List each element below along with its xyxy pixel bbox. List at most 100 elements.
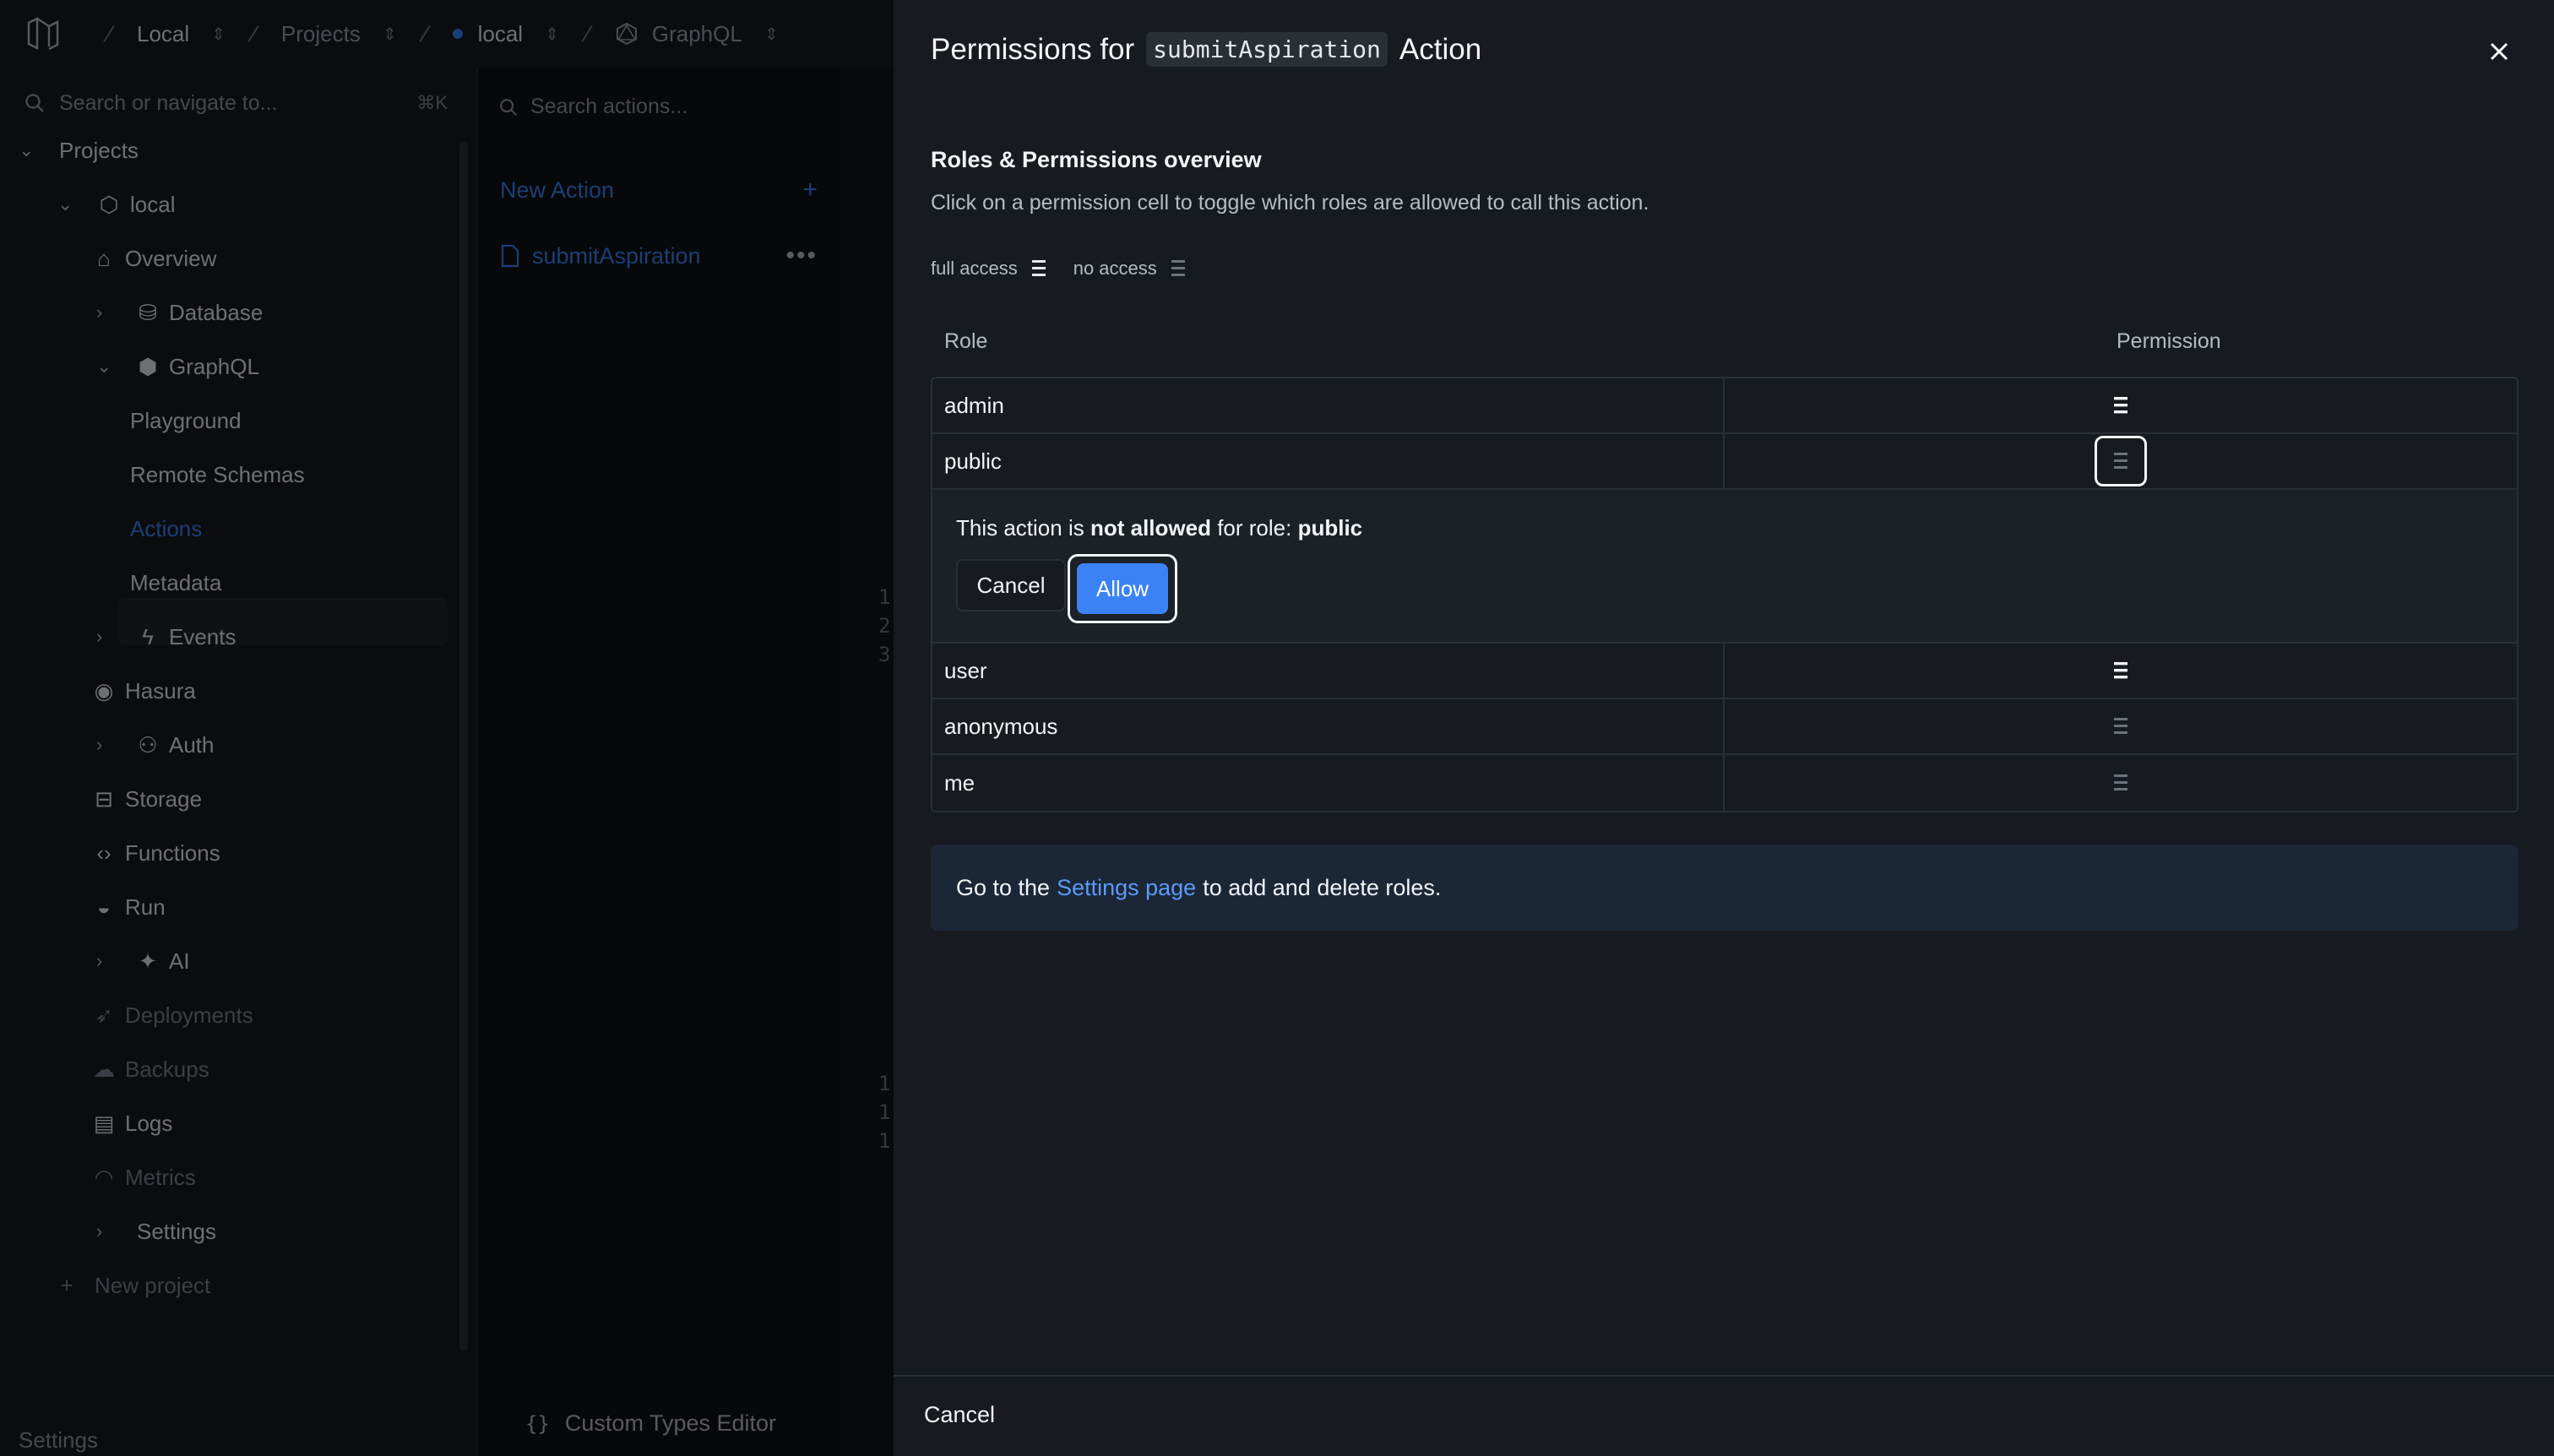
cube-icon: ⬡ bbox=[99, 191, 119, 217]
action-list-item[interactable]: submitAspiration ••• bbox=[500, 242, 818, 270]
sidebar-scrollbar[interactable] bbox=[459, 142, 468, 1351]
permission-cell[interactable] bbox=[1725, 434, 2517, 488]
storage-icon: ⊟ bbox=[95, 785, 113, 812]
tree-item-run[interactable]: ◒ Run bbox=[93, 883, 166, 931]
tree-item-playground[interactable]: Playground bbox=[130, 397, 242, 444]
section-title: Roles & Permissions overview bbox=[931, 147, 1262, 172]
gauge-icon: ◠ bbox=[94, 1164, 114, 1190]
close-icon[interactable] bbox=[2485, 37, 2513, 66]
more-horizontal-icon[interactable]: ••• bbox=[785, 242, 818, 270]
tree-item-graphql[interactable]: ⌄ ⬢ GraphQL bbox=[96, 343, 259, 390]
sparkles-icon: ✦ bbox=[139, 948, 157, 974]
user-icon: ⚇ bbox=[138, 731, 158, 758]
tree-item-metadata[interactable]: Metadata bbox=[130, 559, 221, 606]
breadcrumb-separator bbox=[103, 25, 115, 42]
tree-item-label: Overview bbox=[125, 245, 217, 271]
role-name: admin bbox=[932, 378, 1725, 432]
chevron-updown-icon: ⇕ bbox=[763, 24, 779, 44]
tree-item-actions[interactable]: Actions bbox=[130, 505, 202, 552]
role-name: public bbox=[932, 434, 1725, 488]
permission-cell[interactable] bbox=[1725, 644, 2517, 698]
tree-item-overview[interactable]: ⌂ Overview bbox=[93, 235, 216, 282]
footer-cancel-button[interactable]: Cancel bbox=[924, 1402, 995, 1428]
breadcrumb-workspace[interactable]: Local ⇕ bbox=[137, 21, 226, 47]
full-access-icon bbox=[1031, 260, 1046, 276]
search-shortcut: ⌘K bbox=[416, 92, 448, 113]
role-name: me bbox=[932, 755, 1725, 811]
tree-item-logs[interactable]: ▤ Logs bbox=[93, 1100, 173, 1147]
tree-item-label: Metadata bbox=[130, 569, 222, 595]
breadcrumb-projects[interactable]: Projects ⇕ bbox=[281, 21, 397, 47]
chevron-updown-icon: ⇕ bbox=[382, 24, 397, 44]
tree-item-label: Backups bbox=[125, 1056, 209, 1082]
settings-page-link[interactable]: Settings page bbox=[1057, 875, 1196, 901]
permission-confirm-panel: This action is not allowed for role: pub… bbox=[932, 490, 2517, 644]
tree-item-local[interactable]: ⌄ ⬡ local bbox=[57, 181, 175, 228]
code-icon: ‹› bbox=[96, 839, 111, 866]
tree-item-projects[interactable]: ⌄ Projects bbox=[19, 127, 139, 174]
sidebar-footer-settings[interactable]: Settings bbox=[19, 1427, 98, 1453]
allow-button[interactable]: Allow bbox=[1077, 563, 1168, 614]
permissions-drawer: Permissions for submitAspiration Action … bbox=[894, 0, 2554, 1456]
line-number: 2 bbox=[878, 614, 891, 638]
tree-item-label: Storage bbox=[125, 785, 203, 812]
permissions-rows: admin public This action is not allowed … bbox=[931, 377, 2519, 812]
tree-item-label: Actions bbox=[130, 515, 203, 541]
chevron-down-icon: ⌄ bbox=[57, 193, 73, 215]
file-icon: ▤ bbox=[93, 1110, 115, 1136]
full-access-icon bbox=[2095, 379, 2147, 432]
custom-types-editor-button[interactable]: {} Custom Types Editor bbox=[525, 1410, 776, 1437]
tree-item-events[interactable]: › ϟ Events bbox=[96, 613, 236, 660]
permission-cell[interactable] bbox=[1725, 755, 2517, 811]
app-background: Local ⇕ Projects ⇕ local ⇕ GraphQL ⇕ Sea… bbox=[0, 0, 894, 1456]
cloud-icon: ☁ bbox=[93, 1056, 115, 1082]
permission-cell[interactable] bbox=[1725, 378, 2517, 432]
tree-item-remote-schemas[interactable]: Remote Schemas bbox=[130, 451, 305, 498]
actions-search[interactable]: Search actions... bbox=[498, 95, 687, 119]
tree-item-label: GraphQL bbox=[169, 353, 259, 379]
tree-item-label: Run bbox=[125, 894, 166, 920]
tree-item-database[interactable]: › ⛁ Database bbox=[96, 289, 263, 336]
chevron-updown-icon: ⇕ bbox=[545, 24, 559, 44]
graphql-icon bbox=[616, 22, 637, 46]
no-access-icon bbox=[2095, 757, 2147, 809]
tree-item-label: Events bbox=[169, 623, 236, 649]
tree-item-metrics[interactable]: ◠ Metrics bbox=[93, 1154, 196, 1201]
breadcrumb-project[interactable]: local ⇕ bbox=[452, 21, 559, 47]
table-row: anonymous bbox=[932, 699, 2517, 755]
file-icon bbox=[501, 244, 519, 268]
tree-item-deployments[interactable]: ➶ Deployments bbox=[93, 991, 253, 1039]
tree-item-storage[interactable]: ⊟ Storage bbox=[93, 775, 202, 823]
tree-item-functions[interactable]: ‹› Functions bbox=[93, 829, 220, 877]
tree-item-label: Database bbox=[169, 299, 264, 325]
breadcrumb-separator bbox=[418, 25, 431, 42]
new-action-button[interactable]: New Action + bbox=[500, 176, 818, 204]
permission-cell[interactable] bbox=[1725, 699, 2517, 753]
nhost-logo-icon[interactable] bbox=[25, 16, 61, 52]
tree-item-hasura[interactable]: ◉ Hasura bbox=[93, 667, 196, 714]
braces-icon: {} bbox=[525, 1411, 550, 1436]
home-icon: ⌂ bbox=[97, 245, 111, 271]
tree-item-label: Metrics bbox=[125, 1164, 196, 1190]
tree-item-ai[interactable]: › ✦ AI bbox=[96, 937, 190, 985]
tree-item-auth[interactable]: › ⚇ Auth bbox=[96, 721, 215, 769]
column-header-role: Role bbox=[944, 329, 988, 353]
confirm-message-mid: for role: bbox=[1217, 515, 1292, 541]
tree-item-new-project[interactable]: + New project bbox=[56, 1262, 210, 1309]
tree-item-settings[interactable]: › Settings bbox=[96, 1208, 216, 1255]
sidebar: Search or navigate to... ⌘K ⌄ Projects ⌄… bbox=[0, 68, 473, 1456]
cancel-button[interactable]: Cancel bbox=[956, 559, 1066, 611]
chevron-right-icon: › bbox=[96, 1220, 103, 1241]
no-access-icon bbox=[1171, 260, 1185, 276]
info-text-suffix: to add and delete roles. bbox=[1203, 874, 1442, 900]
confirm-message: This action is not allowed for role: pub… bbox=[956, 515, 1362, 541]
role-name: user bbox=[932, 644, 1725, 698]
line-number: 3 bbox=[878, 643, 891, 666]
full-access-icon bbox=[2095, 644, 2147, 697]
tree-item-backups[interactable]: ☁ Backups bbox=[93, 1046, 209, 1093]
tree-item-label: Functions bbox=[125, 839, 220, 866]
chevron-right-icon: › bbox=[96, 626, 103, 647]
breadcrumb-section[interactable]: GraphQL ⇕ bbox=[615, 21, 779, 47]
global-search[interactable]: Search or navigate to... ⌘K bbox=[12, 76, 459, 130]
confirm-message-prefix: This action is bbox=[956, 515, 1084, 541]
